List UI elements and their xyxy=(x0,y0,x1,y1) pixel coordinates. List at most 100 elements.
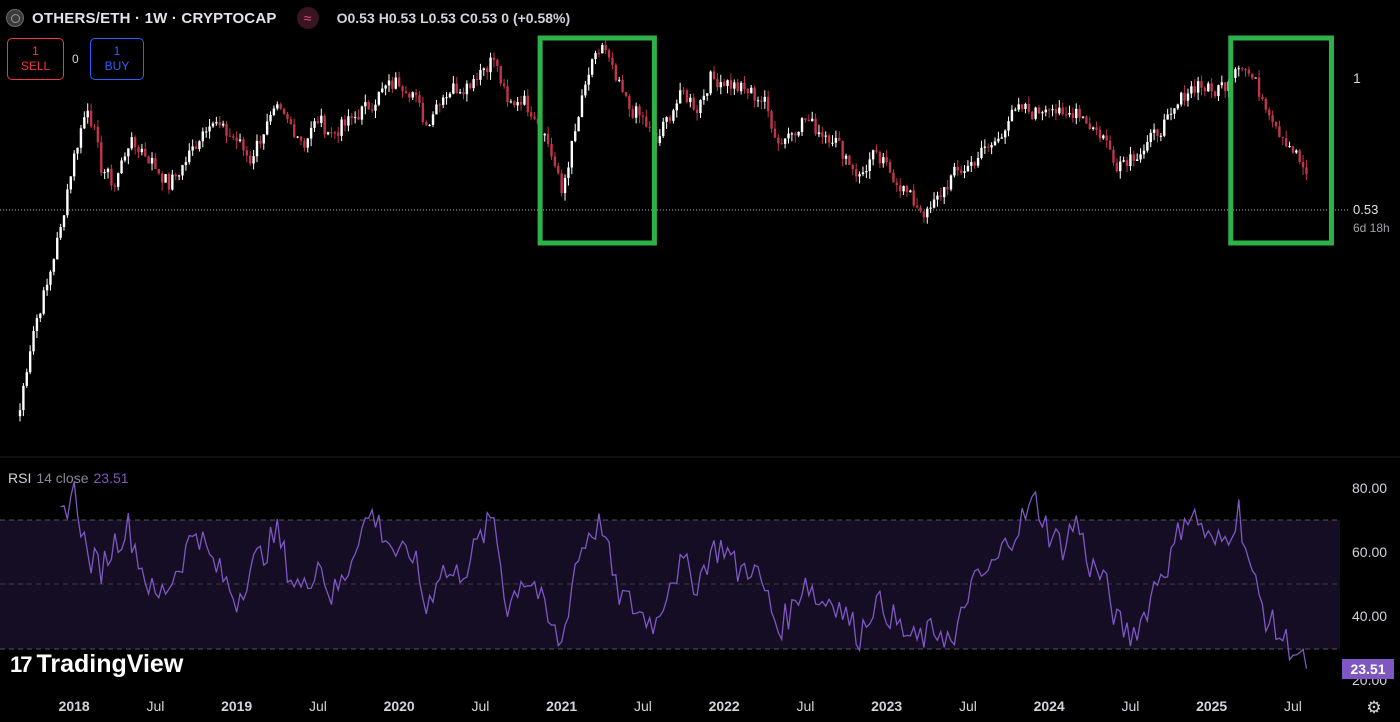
candle xyxy=(157,169,161,174)
candle xyxy=(279,104,282,109)
candle xyxy=(1119,161,1122,172)
candle xyxy=(492,57,496,60)
candle xyxy=(232,136,235,138)
symbol-title[interactable]: OTHERS/ETH · 1W · CRYPTOCAP xyxy=(32,10,277,27)
candle xyxy=(1264,98,1268,110)
candle xyxy=(675,103,678,111)
candle xyxy=(848,155,851,165)
bar-countdown: 6d 18h xyxy=(1353,221,1390,235)
candle xyxy=(154,158,157,170)
time-axis[interactable]: 2018 Jul 2019 Jul 2020 Jul 2021 Jul 2022 Jul 2023 J… xyxy=(0,698,1340,718)
candle xyxy=(529,112,533,117)
candle xyxy=(1203,87,1207,92)
candle xyxy=(144,148,147,157)
wave-icon[interactable]: ≈ xyxy=(296,7,319,29)
gear-icon[interactable]: ⚙ xyxy=(1365,699,1383,717)
candle xyxy=(414,92,418,96)
candle xyxy=(255,140,259,157)
time-axis-label: Jul xyxy=(1283,698,1302,714)
candle xyxy=(194,146,198,149)
candle xyxy=(320,115,323,123)
candle xyxy=(692,97,695,110)
candle xyxy=(1254,77,1257,79)
candle xyxy=(912,190,915,206)
candle xyxy=(631,109,634,118)
candle xyxy=(875,150,878,152)
candle xyxy=(289,119,293,125)
candle xyxy=(89,110,93,127)
candle xyxy=(306,138,309,148)
sell-button[interactable]: 1 SELL xyxy=(7,38,64,80)
candle xyxy=(882,157,885,164)
candle xyxy=(662,121,665,137)
time-axis-label: 2021 xyxy=(546,698,578,714)
candle xyxy=(1196,81,1200,93)
candle xyxy=(506,86,509,103)
candle xyxy=(62,215,66,227)
candle xyxy=(245,150,249,156)
candle xyxy=(1020,104,1024,110)
candle xyxy=(648,126,651,128)
candle xyxy=(204,131,208,133)
candle xyxy=(943,187,946,198)
chart-canvas[interactable] xyxy=(0,0,1400,722)
tradingview-logo-icon: 17 xyxy=(10,651,33,677)
candle xyxy=(712,71,716,79)
candle xyxy=(1075,108,1078,119)
candle xyxy=(1159,135,1163,137)
candle xyxy=(932,199,936,208)
candle xyxy=(1125,160,1129,166)
candle xyxy=(1261,97,1264,99)
candle xyxy=(546,133,550,145)
low-value: 0.53 xyxy=(428,10,456,26)
candle xyxy=(28,351,32,373)
candle xyxy=(1061,107,1064,115)
candle xyxy=(370,109,374,111)
candle xyxy=(42,290,45,314)
candle xyxy=(594,53,597,60)
candle xyxy=(987,146,990,148)
candle xyxy=(103,172,106,174)
rsi-legend[interactable]: RSI 14 close 23.51 xyxy=(8,470,129,486)
candle xyxy=(32,331,35,352)
candle xyxy=(533,116,536,119)
candle xyxy=(973,162,976,166)
candle xyxy=(628,95,631,110)
candle xyxy=(238,139,242,141)
candle xyxy=(340,119,343,136)
candle xyxy=(1146,142,1149,151)
candle xyxy=(1213,91,1217,97)
candle xyxy=(22,385,25,411)
time-axis-label: 2023 xyxy=(871,698,903,714)
candle xyxy=(377,92,381,105)
candle xyxy=(892,172,895,183)
candle xyxy=(475,79,479,81)
candle xyxy=(1257,77,1261,98)
candle xyxy=(296,136,299,138)
candle xyxy=(428,124,431,126)
candle xyxy=(25,372,28,386)
candle xyxy=(516,101,519,106)
candle xyxy=(364,102,367,107)
symbol-logo-icon[interactable] xyxy=(6,9,24,27)
candle xyxy=(689,97,692,103)
candle xyxy=(360,106,364,120)
candlestick-series xyxy=(18,39,1308,422)
buy-button[interactable]: 1 BUY xyxy=(90,38,144,80)
candle xyxy=(980,147,983,158)
candle xyxy=(252,156,255,164)
highlight-box xyxy=(537,35,657,246)
candle xyxy=(367,102,370,110)
candle xyxy=(272,108,276,116)
candle xyxy=(1268,109,1271,116)
candle xyxy=(45,284,49,291)
candle xyxy=(1010,109,1014,122)
candle xyxy=(966,165,970,172)
candle xyxy=(838,137,841,141)
candle xyxy=(587,74,590,85)
candle xyxy=(110,168,113,186)
candle xyxy=(441,97,445,105)
rsi-last-value-tag: 23.51 xyxy=(1342,659,1394,679)
rsi-axis-tick-label: 80.00 xyxy=(1352,480,1388,496)
tradingview-wordmark: TradingView xyxy=(36,650,184,678)
